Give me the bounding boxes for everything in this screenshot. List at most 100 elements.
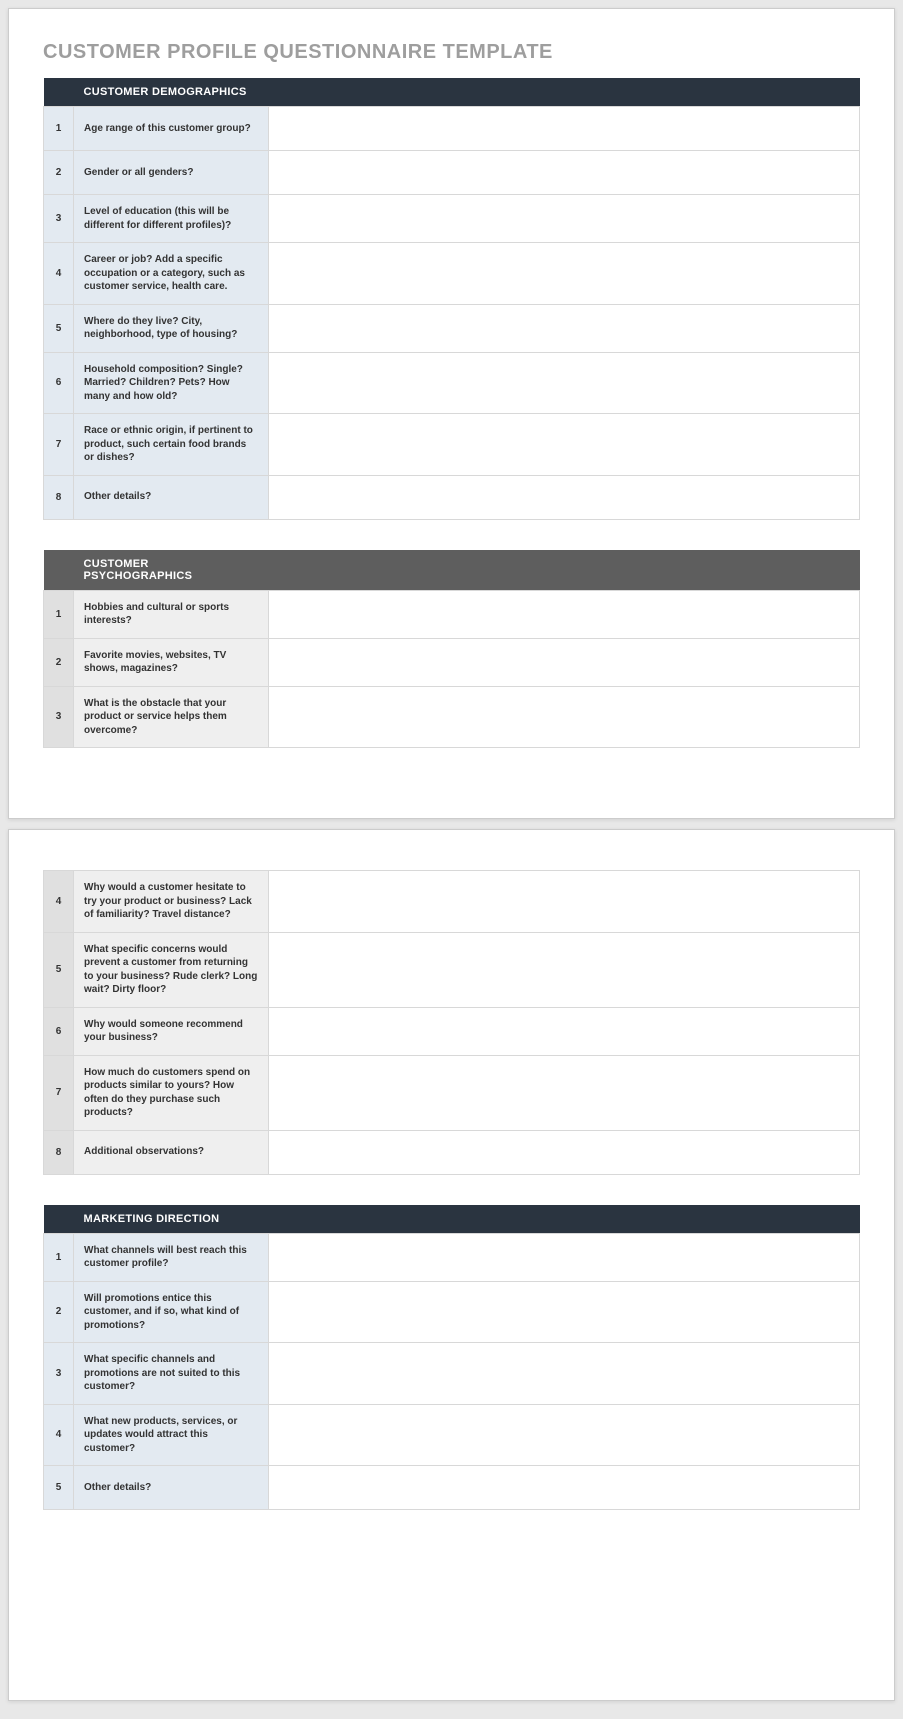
section-header: CUSTOMER PSYCHOGRAPHICS	[74, 550, 269, 591]
row-number: 5	[44, 932, 74, 1007]
section-psychographics-part2: 4 Why would a customer hesitate to try y…	[43, 870, 860, 1175]
row-number: 7	[44, 1055, 74, 1130]
row-number: 6	[44, 352, 74, 414]
answer-cell[interactable]	[269, 1404, 860, 1466]
table-row: 1 Hobbies and cultural or sports interes…	[44, 590, 860, 638]
section-marketing: MARKETING DIRECTION 1 What channels will…	[43, 1205, 860, 1511]
answer-cell[interactable]	[269, 638, 860, 686]
answer-cell[interactable]	[269, 1233, 860, 1281]
row-number: 7	[44, 414, 74, 476]
section-psychographics-part1: CUSTOMER PSYCHOGRAPHICS 1 Hobbies and cu…	[43, 550, 860, 749]
row-number: 2	[44, 1281, 74, 1343]
row-number: 3	[44, 195, 74, 243]
question-text: Gender or all genders?	[74, 151, 269, 195]
answer-cell[interactable]	[269, 414, 860, 476]
question-text: Age range of this customer group?	[74, 107, 269, 151]
table-row: 2 Favorite movies, websites, TV shows, m…	[44, 638, 860, 686]
question-text: Why would a customer hesitate to try you…	[74, 871, 269, 933]
table-row: 6 Why would someone recommend your busin…	[44, 1007, 860, 1055]
row-number: 1	[44, 1233, 74, 1281]
section-header-blank	[269, 78, 860, 107]
answer-cell[interactable]	[269, 475, 860, 519]
answer-cell[interactable]	[269, 1007, 860, 1055]
section-header: MARKETING DIRECTION	[74, 1205, 269, 1234]
answer-cell[interactable]	[269, 352, 860, 414]
question-text: Other details?	[74, 475, 269, 519]
section-demographics: CUSTOMER DEMOGRAPHICS 1 Age range of thi…	[43, 78, 860, 520]
section-header-blank	[269, 1205, 860, 1234]
table-row: 8 Other details?	[44, 475, 860, 519]
row-number: 3	[44, 686, 74, 748]
row-number: 1	[44, 590, 74, 638]
table-row: 4 Why would a customer hesitate to try y…	[44, 871, 860, 933]
question-text: How much do customers spend on products …	[74, 1055, 269, 1130]
question-text: What channels will best reach this custo…	[74, 1233, 269, 1281]
table-row: 2 Gender or all genders?	[44, 151, 860, 195]
table-row: 3 Level of education (this will be diffe…	[44, 195, 860, 243]
question-text: Why would someone recommend your busines…	[74, 1007, 269, 1055]
answer-cell[interactable]	[269, 1130, 860, 1174]
question-text: Will promotions entice this customer, an…	[74, 1281, 269, 1343]
table-row: 7 How much do customers spend on product…	[44, 1055, 860, 1130]
section-header-blank	[269, 550, 860, 591]
row-number: 5	[44, 1466, 74, 1510]
row-number: 5	[44, 304, 74, 352]
table-row: 4 Career or job? Add a specific occupati…	[44, 243, 860, 305]
table-row: 1 What channels will best reach this cus…	[44, 1233, 860, 1281]
document-page-2: 4 Why would a customer hesitate to try y…	[8, 829, 895, 1701]
document-page-1: CUSTOMER PROFILE QUESTIONNAIRE TEMPLATE …	[8, 8, 895, 819]
row-number: 4	[44, 243, 74, 305]
row-number: 2	[44, 151, 74, 195]
table-row: 5 Where do they live? City, neighborhood…	[44, 304, 860, 352]
answer-cell[interactable]	[269, 195, 860, 243]
answer-cell[interactable]	[269, 1055, 860, 1130]
question-text: Race or ethnic origin, if pertinent to p…	[74, 414, 269, 476]
section-header: CUSTOMER DEMOGRAPHICS	[74, 78, 269, 107]
question-text: Where do they live? City, neighborhood, …	[74, 304, 269, 352]
question-text: What specific channels and promotions ar…	[74, 1343, 269, 1405]
answer-cell[interactable]	[269, 304, 860, 352]
row-number: 3	[44, 1343, 74, 1405]
answer-cell[interactable]	[269, 151, 860, 195]
table-row: 4 What new products, services, or update…	[44, 1404, 860, 1466]
table-row: 3 What specific channels and promotions …	[44, 1343, 860, 1405]
question-text: Career or job? Add a specific occupation…	[74, 243, 269, 305]
question-text: What new products, services, or updates …	[74, 1404, 269, 1466]
section-header-blank	[44, 1205, 74, 1234]
question-text: Favorite movies, websites, TV shows, mag…	[74, 638, 269, 686]
answer-cell[interactable]	[269, 590, 860, 638]
row-number: 2	[44, 638, 74, 686]
question-text: Level of education (this will be differe…	[74, 195, 269, 243]
section-header-blank	[44, 78, 74, 107]
table-row: 5 Other details?	[44, 1466, 860, 1510]
row-number: 8	[44, 475, 74, 519]
table-row: 8 Additional observations?	[44, 1130, 860, 1174]
question-text: Hobbies and cultural or sports interests…	[74, 590, 269, 638]
table-row: 1 Age range of this customer group?	[44, 107, 860, 151]
section-header-blank	[44, 550, 74, 591]
answer-cell[interactable]	[269, 932, 860, 1007]
document-title: CUSTOMER PROFILE QUESTIONNAIRE TEMPLATE	[43, 41, 860, 64]
table-row: 7 Race or ethnic origin, if pertinent to…	[44, 414, 860, 476]
question-text: Household composition? Single? Married? …	[74, 352, 269, 414]
answer-cell[interactable]	[269, 107, 860, 151]
row-number: 4	[44, 871, 74, 933]
answer-cell[interactable]	[269, 1343, 860, 1405]
answer-cell[interactable]	[269, 871, 860, 933]
question-text: What is the obstacle that your product o…	[74, 686, 269, 748]
question-text: Other details?	[74, 1466, 269, 1510]
table-row: 3 What is the obstacle that your product…	[44, 686, 860, 748]
row-number: 8	[44, 1130, 74, 1174]
answer-cell[interactable]	[269, 1281, 860, 1343]
answer-cell[interactable]	[269, 686, 860, 748]
table-row: 2 Will promotions entice this customer, …	[44, 1281, 860, 1343]
answer-cell[interactable]	[269, 243, 860, 305]
answer-cell[interactable]	[269, 1466, 860, 1510]
table-row: 5 What specific concerns would prevent a…	[44, 932, 860, 1007]
row-number: 1	[44, 107, 74, 151]
table-row: 6 Household composition? Single? Married…	[44, 352, 860, 414]
row-number: 6	[44, 1007, 74, 1055]
question-text: What specific concerns would prevent a c…	[74, 932, 269, 1007]
row-number: 4	[44, 1404, 74, 1466]
question-text: Additional observations?	[74, 1130, 269, 1174]
